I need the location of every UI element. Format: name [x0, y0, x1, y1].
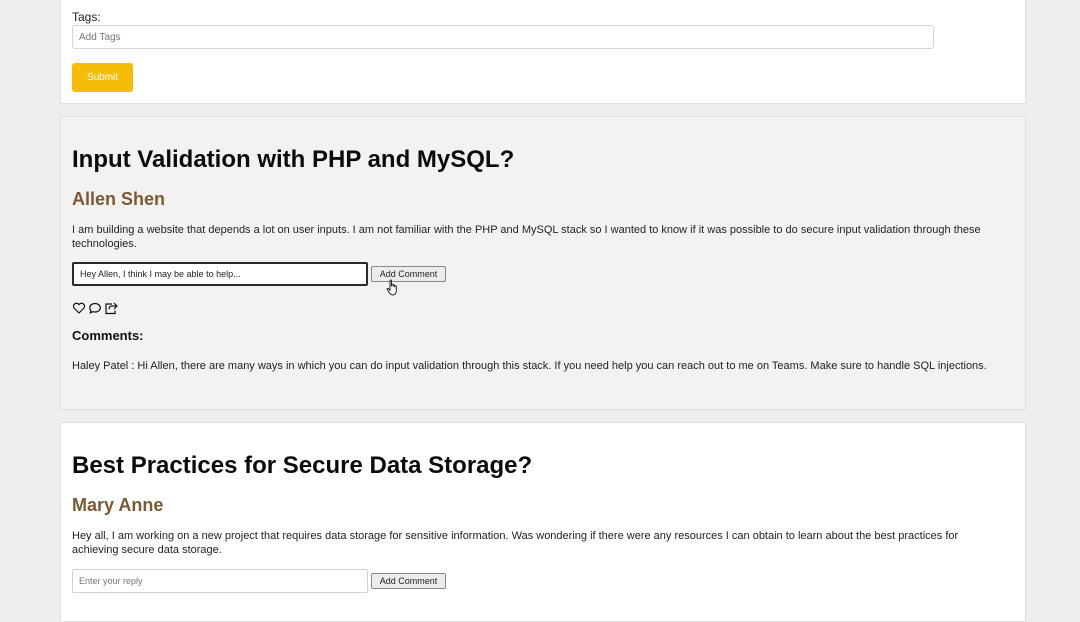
heart-icon[interactable]	[72, 301, 86, 315]
comments-heading: Comments:	[72, 328, 144, 343]
comment-icon[interactable]	[88, 301, 102, 315]
post-card: Input Validation with PHP and MySQL? All…	[60, 116, 1026, 410]
submit-button[interactable]: Submit	[72, 63, 133, 92]
post-body: I am building a website that depends a l…	[72, 224, 981, 250]
post-title: Best Practices for Secure Data Storage?	[72, 452, 533, 479]
add-comment-button[interactable]: Add Comment	[371, 266, 446, 282]
post-title: Input Validation with PHP and MySQL?	[72, 146, 515, 173]
tags-input[interactable]	[72, 25, 934, 49]
reply-input[interactable]	[72, 569, 368, 593]
tags-label: Tags:	[72, 10, 101, 24]
reply-input[interactable]	[72, 262, 368, 286]
post-body: Hey all, I am working on a new project t…	[72, 530, 959, 556]
post-card: Best Practices for Secure Data Storage? …	[60, 422, 1026, 622]
post-author[interactable]: Allen Shen	[72, 189, 165, 210]
add-comment-button[interactable]: Add Comment	[371, 573, 446, 589]
comment-item: Haley Patel : Hi Allen, there are many w…	[72, 360, 987, 372]
post-actions	[72, 301, 118, 315]
post-author[interactable]: Mary Anne	[72, 495, 163, 516]
question-form: Tags: Submit	[60, 0, 1026, 104]
hand-pointer-icon	[386, 279, 400, 302]
share-icon[interactable]	[104, 301, 118, 315]
